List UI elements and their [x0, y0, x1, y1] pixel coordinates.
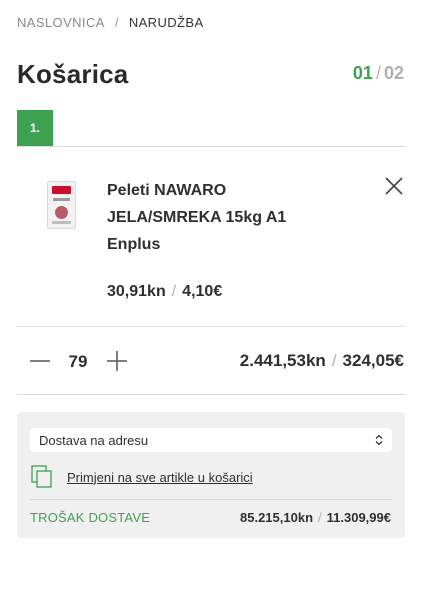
- price-separator: /: [318, 510, 322, 525]
- line-total: 2.441,53kn / 324,05€: [240, 351, 404, 371]
- copy-icon: [31, 465, 52, 488]
- product-image[interactable]: [47, 181, 76, 229]
- divider: [17, 394, 405, 395]
- minus-icon: [30, 360, 50, 362]
- quantity-input[interactable]: [63, 350, 93, 374]
- page-title: Košarica: [17, 59, 129, 89]
- remove-item-button[interactable]: [384, 176, 404, 196]
- breadcrumb-separator: /: [114, 15, 119, 30]
- price-separator: /: [331, 351, 337, 370]
- step-badge: 1.: [17, 110, 53, 146]
- unit-price-eur: 4,10€: [182, 283, 223, 300]
- breadcrumb-current: NARUDŽBA: [128, 15, 204, 30]
- step-current: 01: [352, 63, 373, 83]
- breadcrumb: NASLOVNICA / NARUDŽBA: [17, 15, 204, 30]
- quantity-decrease-button[interactable]: [27, 349, 53, 373]
- breadcrumb-home-link[interactable]: NASLOVNICA: [17, 15, 105, 30]
- shipping-cost-value: 85.215,10kn / 11.309,99€: [240, 510, 391, 525]
- plus-icon: [107, 351, 127, 371]
- line-total-kn: 2.441,53kn: [239, 351, 326, 370]
- line-total-eur: 324,05€: [342, 351, 404, 370]
- step-total: 02: [383, 63, 404, 83]
- close-icon: [385, 177, 403, 195]
- divider: [17, 146, 405, 147]
- apply-to-all-label[interactable]: Primjeni na sve artikle u košarici: [67, 470, 253, 485]
- divider: [30, 499, 392, 500]
- product-name[interactable]: Peleti NAWARO JELA/SMREKA 15kg A1 Enplus: [107, 177, 327, 258]
- chevron-updown-icon: [375, 434, 383, 446]
- shipping-cost-eur: 11.309,99€: [326, 510, 391, 525]
- step-counter: 01/02: [353, 63, 404, 84]
- delivery-method-select[interactable]: Dostava na adresu: [30, 428, 392, 452]
- unit-price: 30,91kn / 4,10€: [107, 283, 222, 301]
- shipping-cost-kn: 85.215,10kn: [240, 510, 314, 525]
- price-separator: /: [171, 283, 177, 300]
- step-separator: /: [375, 63, 381, 83]
- apply-to-all-link[interactable]: Primjeni na sve artikle u košarici: [31, 465, 253, 489]
- quantity-increase-button[interactable]: [104, 349, 130, 373]
- delivery-panel: Dostava na adresu Primjeni na sve artikl…: [17, 412, 405, 538]
- unit-price-kn: 30,91kn: [107, 283, 166, 300]
- divider: [17, 326, 405, 327]
- delivery-method-value: Dostava na adresu: [39, 432, 149, 448]
- shipping-cost-label: TROŠAK DOSTAVE: [30, 510, 151, 525]
